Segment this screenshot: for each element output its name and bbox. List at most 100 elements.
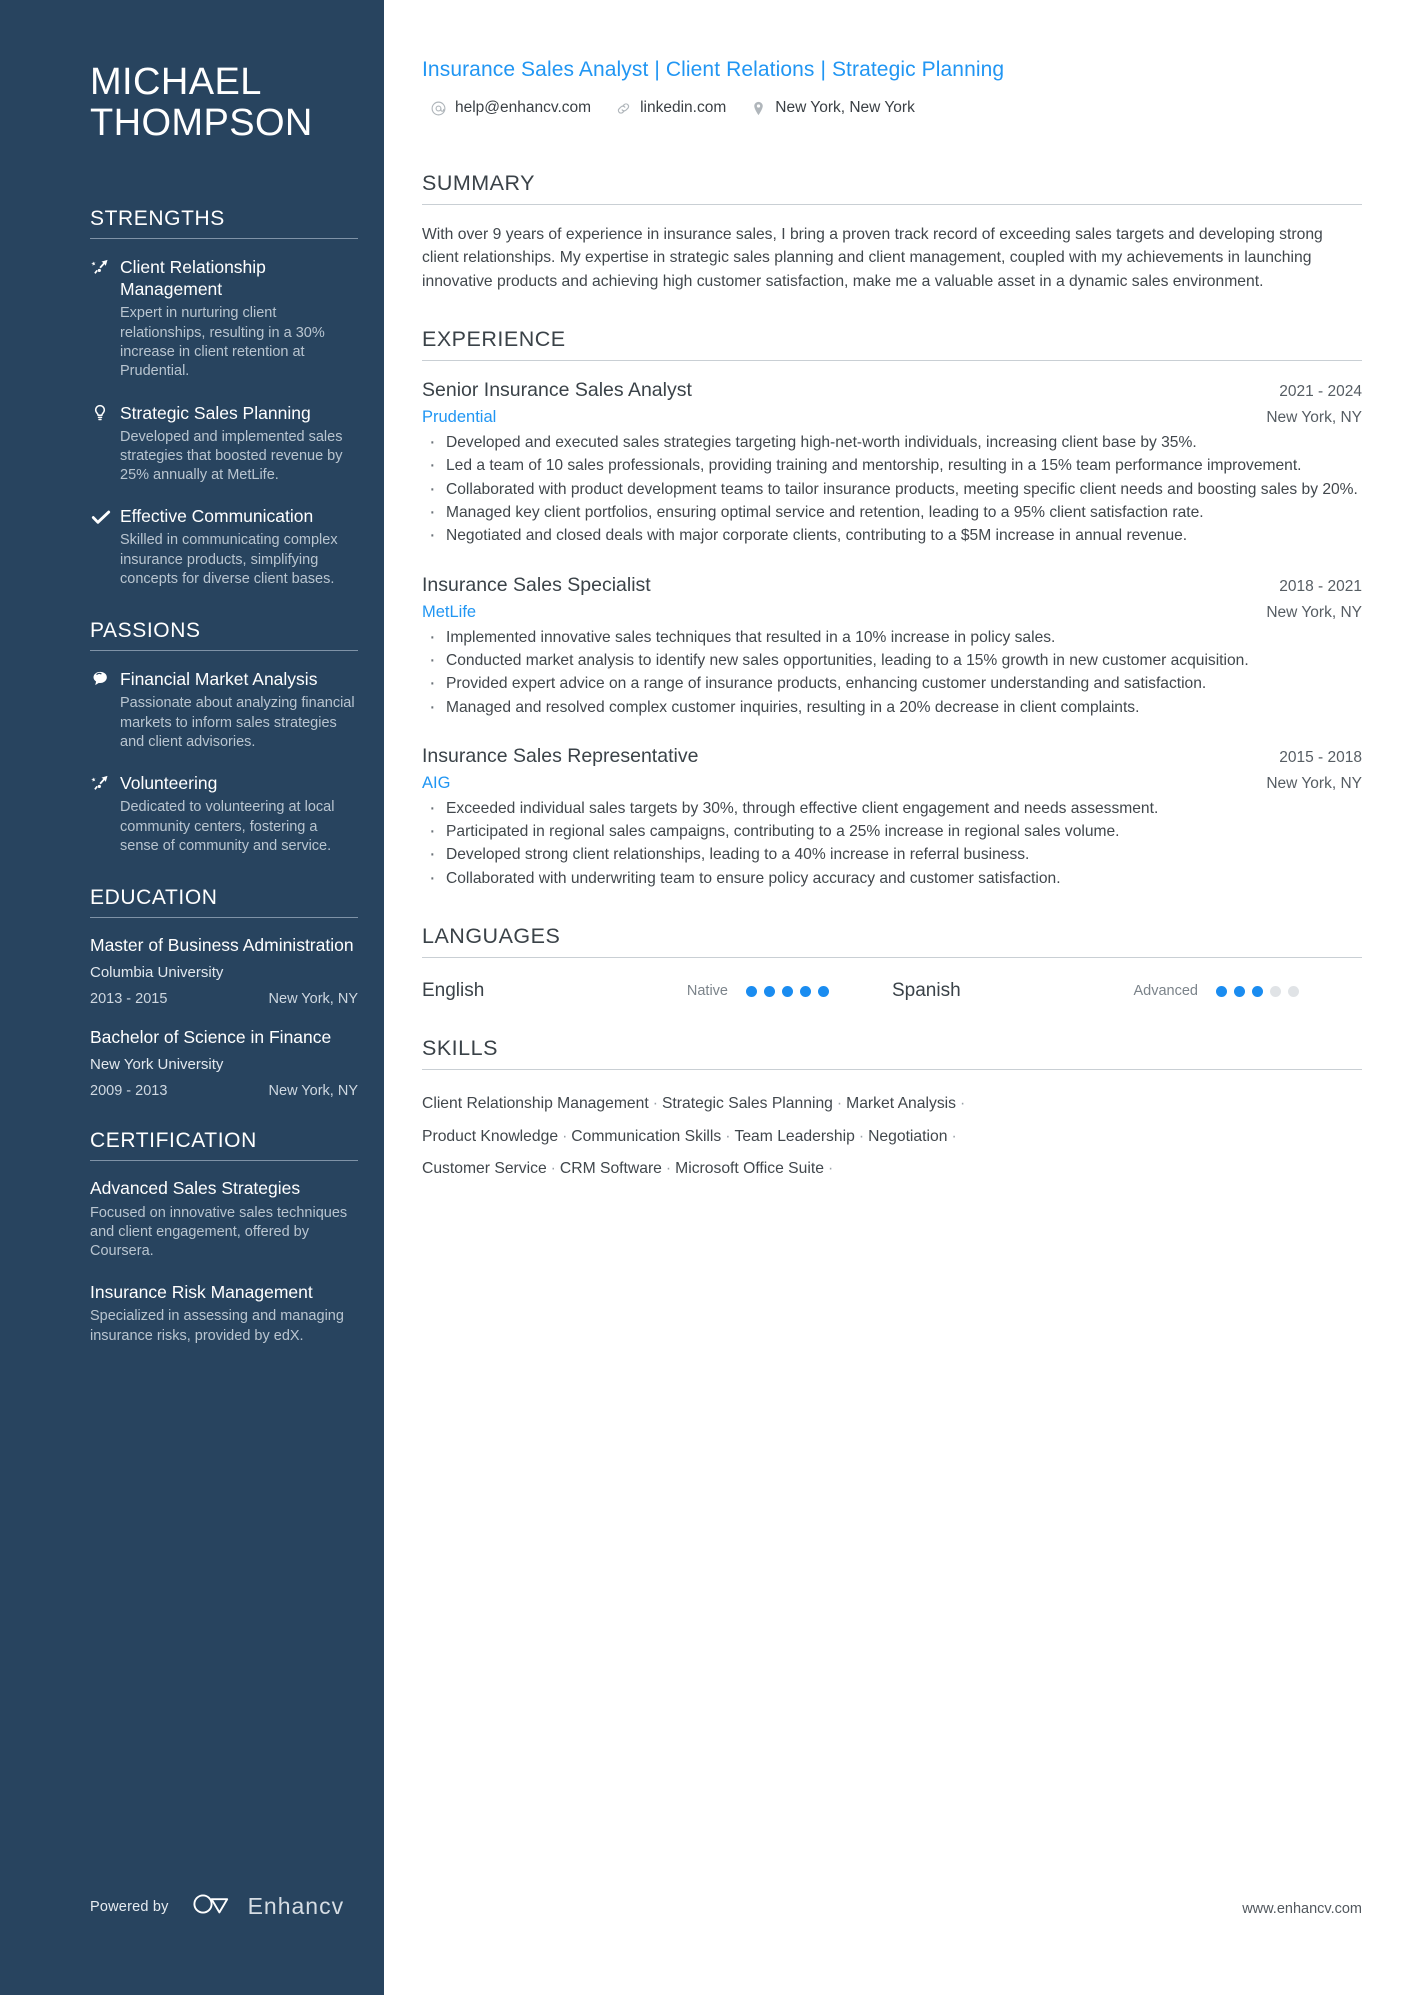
strength-description: Expert in nurturing client relationships…	[120, 305, 325, 380]
skill-item: Strategic Sales Planning	[661, 1095, 833, 1113]
footer-website-url: www.enhancv.com	[1242, 1901, 1362, 1917]
job-bullet: Participated in regional sales campaigns…	[422, 817, 1362, 846]
language-item: Spanish Advanced	[892, 980, 1362, 1002]
job-location: New York, NY	[1266, 774, 1362, 792]
school-name: Columbia University	[90, 963, 224, 981]
job-company[interactable]: MetLife	[422, 603, 476, 622]
rating-dot-filled	[1234, 985, 1245, 997]
job-bullets: Exceeded individual sales targets by 30%…	[422, 794, 1362, 893]
certification-entry: Insurance Risk Management Specialized in…	[90, 1282, 358, 1346]
certification-description: Focused on innovative sales techniques a…	[90, 1204, 348, 1260]
education-location: New York, NY	[268, 1082, 358, 1099]
job-bullet: Exceeded individual sales targets by 30%…	[422, 794, 1362, 823]
skills-heading: SKILLS	[422, 1036, 498, 1061]
job-title: Insurance Sales Specialist	[422, 573, 651, 596]
skills-section: SKILLS Client Relationship Management · St…	[422, 1036, 1362, 1186]
strength-description: Skilled in communicating complex insuran…	[120, 532, 338, 588]
enhancv-logo: Enhancv	[191, 1891, 345, 1922]
enhancv-brand-text: Enhancv	[247, 1893, 345, 1919]
passion-item: Financial Market Analysis Passionate abo…	[90, 668, 358, 752]
job-bullet: Negotiated and closed deals with major c…	[422, 521, 1362, 550]
skill-item: Negotiation	[868, 1127, 948, 1145]
skill-separator: ·	[725, 1127, 731, 1145]
strengths-section: STRENGTHS Client Relationship Management	[90, 207, 358, 589]
candidate-name: MICHAEL THOMPSON	[90, 62, 358, 143]
job-company[interactable]: AIG	[422, 774, 450, 793]
certification-heading: CERTIFICATION	[90, 1128, 257, 1152]
contact-email-text: help@enhancv.com	[455, 99, 592, 116]
language-level: Native	[686, 983, 728, 1000]
rating-dot-empty	[1270, 985, 1281, 997]
language-name: English	[422, 980, 485, 1002]
professional-headline: Insurance Sales Analyst | Client Relatio…	[422, 58, 1005, 81]
skill-separator: ·	[858, 1127, 865, 1145]
checkmark-icon	[90, 505, 120, 589]
growth-arrow-icon	[90, 772, 120, 856]
strength-title: Client Relationship Management	[120, 257, 266, 300]
job-location: New York, NY	[1266, 409, 1362, 427]
job-dates: 2021 - 2024	[1279, 383, 1362, 401]
contact-row: help@enhancv.com linkedin.com New York, …	[422, 99, 1362, 117]
passion-description: Dedicated to volunteering at local commu…	[120, 799, 335, 854]
certification-title: Advanced Sales Strategies	[90, 1177, 301, 1198]
education-dates: 2009 - 2013	[90, 1082, 168, 1099]
section-divider	[90, 238, 358, 240]
experience-section: EXPERIENCE Senior Insurance Sales Analys…	[422, 327, 1362, 893]
passions-heading: PASSIONS	[90, 619, 201, 643]
skill-item: Customer Service	[422, 1160, 547, 1178]
experience-heading: EXPERIENCE	[422, 327, 566, 352]
contact-linkedin-text: linkedin.com	[640, 99, 727, 116]
education-dates: 2013 - 2015	[90, 990, 168, 1007]
job-bullets: Developed and executed sales strategies …	[422, 428, 1362, 550]
speech-bubble-icon	[90, 668, 120, 752]
job-dates: 2018 - 2021	[1279, 577, 1362, 595]
education-entry: Master of Business Administration Columb…	[90, 935, 358, 1007]
lightbulb-icon	[90, 402, 120, 486]
growth-arrow-icon	[90, 256, 120, 381]
language-rating-dots	[746, 985, 836, 997]
summary-section: SUMMARY With over 9 years of experience …	[422, 171, 1362, 293]
skill-item: Microsoft Office Suite	[675, 1160, 824, 1178]
certification-title: Insurance Risk Management	[90, 1281, 313, 1302]
certification-section: CERTIFICATION Advanced Sales Strategies …	[90, 1129, 358, 1346]
skill-item: CRM Software	[559, 1160, 662, 1178]
job-bullet: Collaborated with underwriting team to e…	[422, 864, 1362, 893]
enhancv-logo-icon	[191, 1891, 237, 1922]
skill-separator: ·	[652, 1095, 658, 1113]
passions-section: PASSIONS Financial Market Analysis Passi…	[90, 619, 358, 856]
school-name: New York University	[90, 1055, 224, 1073]
degree-title: Master of Business Administration	[90, 935, 354, 956]
education-location: New York, NY	[268, 990, 358, 1007]
certification-entry: Advanced Sales Strategies Focused on inn…	[90, 1178, 358, 1262]
contact-location-text: New York, New York	[775, 99, 915, 116]
passion-title: Financial Market Analysis	[120, 669, 318, 690]
last-name: THOMPSON	[90, 101, 313, 144]
rating-dot-filled	[818, 985, 829, 997]
languages-heading: LANGUAGES	[422, 924, 561, 949]
rating-dot-filled	[1216, 985, 1227, 997]
skills-line: Product Knowledge · Communication Skills · T…	[422, 1121, 1362, 1154]
skill-item: Team Leadership	[734, 1127, 855, 1145]
rating-dot-filled	[746, 985, 757, 997]
passion-description: Passionate about analyzing financial mar…	[120, 695, 355, 750]
rating-dot-empty	[1288, 985, 1299, 997]
job-title: Insurance Sales Representative	[422, 744, 699, 767]
skills-list: Client Relationship Management · Strategic…	[422, 1088, 1362, 1186]
section-divider	[90, 650, 358, 652]
job-bullets: Implemented innovative sales techniques …	[422, 623, 1362, 722]
skill-separator: ·	[550, 1160, 556, 1178]
skills-line: Client Relationship Management · Strategic…	[422, 1088, 1362, 1121]
powered-by-label: Powered by	[90, 1898, 169, 1915]
strength-description: Developed and implemented sales strategi…	[120, 428, 343, 484]
strength-item: Client Relationship Management Expert in…	[90, 256, 358, 381]
passion-title: Volunteering	[120, 773, 218, 794]
job-company[interactable]: Prudential	[422, 408, 496, 427]
job-bullet: Provided expert advice on a range of ins…	[422, 669, 1362, 698]
section-divider	[422, 957, 1362, 959]
section-divider	[90, 1159, 358, 1161]
contact-linkedin[interactable]: linkedin.com	[615, 99, 726, 117]
passion-item: Volunteering Dedicated to volunteering a…	[90, 772, 358, 856]
sidebar-footer: Powered by Enhancv	[90, 1891, 344, 1922]
main-content: Insurance Sales Analyst | Client Relatio…	[384, 0, 1410, 1995]
contact-email[interactable]: help@enhancv.com	[430, 99, 591, 117]
